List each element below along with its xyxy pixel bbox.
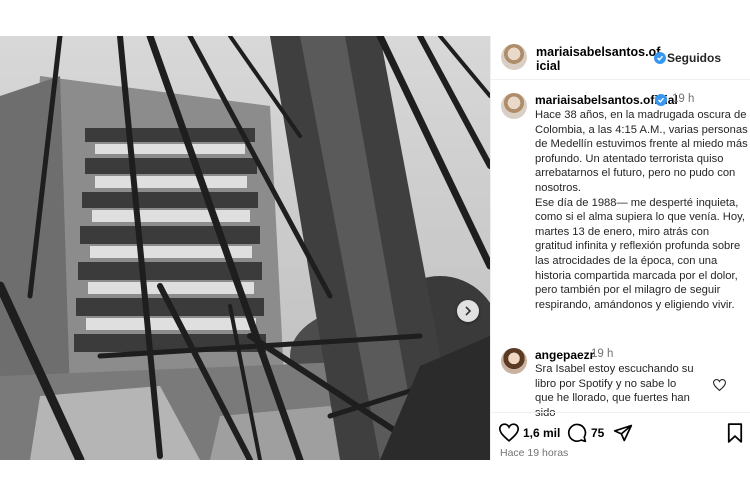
share-button[interactable] bbox=[613, 423, 633, 443]
bombed-building-photo bbox=[0, 36, 490, 460]
post-side-panel: mariaisabelsantos.oficial Seguidos maria… bbox=[490, 36, 750, 460]
bookmark-icon bbox=[727, 423, 743, 443]
follow-status-button[interactable]: Seguidos bbox=[667, 51, 721, 65]
paper-plane-icon bbox=[613, 424, 633, 442]
post-timestamp[interactable]: Hace 19 horas bbox=[500, 447, 568, 459]
comment-time[interactable]: 19 h bbox=[591, 348, 613, 360]
next-image-button[interactable] bbox=[457, 300, 479, 322]
post-image[interactable] bbox=[0, 36, 490, 460]
chevron-right-icon bbox=[465, 306, 472, 316]
caption-text: Hace 38 años, en la madrugada oscura de … bbox=[535, 109, 748, 311]
comment-avatar[interactable] bbox=[501, 348, 527, 374]
comments-count[interactable]: 75 bbox=[591, 426, 604, 440]
post-author-username[interactable]: mariaisabelsantos.oficial bbox=[536, 45, 662, 73]
comment-username[interactable]: angepaezr bbox=[535, 348, 594, 362]
comment-like-heart-icon[interactable] bbox=[713, 379, 726, 391]
comment-button[interactable]: 75 bbox=[567, 423, 604, 443]
save-button[interactable] bbox=[727, 423, 743, 443]
caption-avatar[interactable] bbox=[501, 93, 527, 119]
like-button[interactable]: 1,6 mil bbox=[499, 423, 560, 442]
likes-count[interactable]: 1,6 mil bbox=[523, 426, 560, 440]
caption-time[interactable]: 19 h bbox=[672, 93, 694, 105]
avatar[interactable] bbox=[501, 44, 527, 70]
post-header: mariaisabelsantos.oficial Seguidos bbox=[491, 36, 750, 80]
verified-badge-icon bbox=[654, 52, 666, 64]
verified-badge-icon bbox=[655, 94, 667, 106]
post-modal: mariaisabelsantos.oficial Seguidos maria… bbox=[0, 36, 750, 460]
comment-bubble-icon bbox=[567, 423, 587, 443]
heart-icon bbox=[499, 423, 519, 442]
